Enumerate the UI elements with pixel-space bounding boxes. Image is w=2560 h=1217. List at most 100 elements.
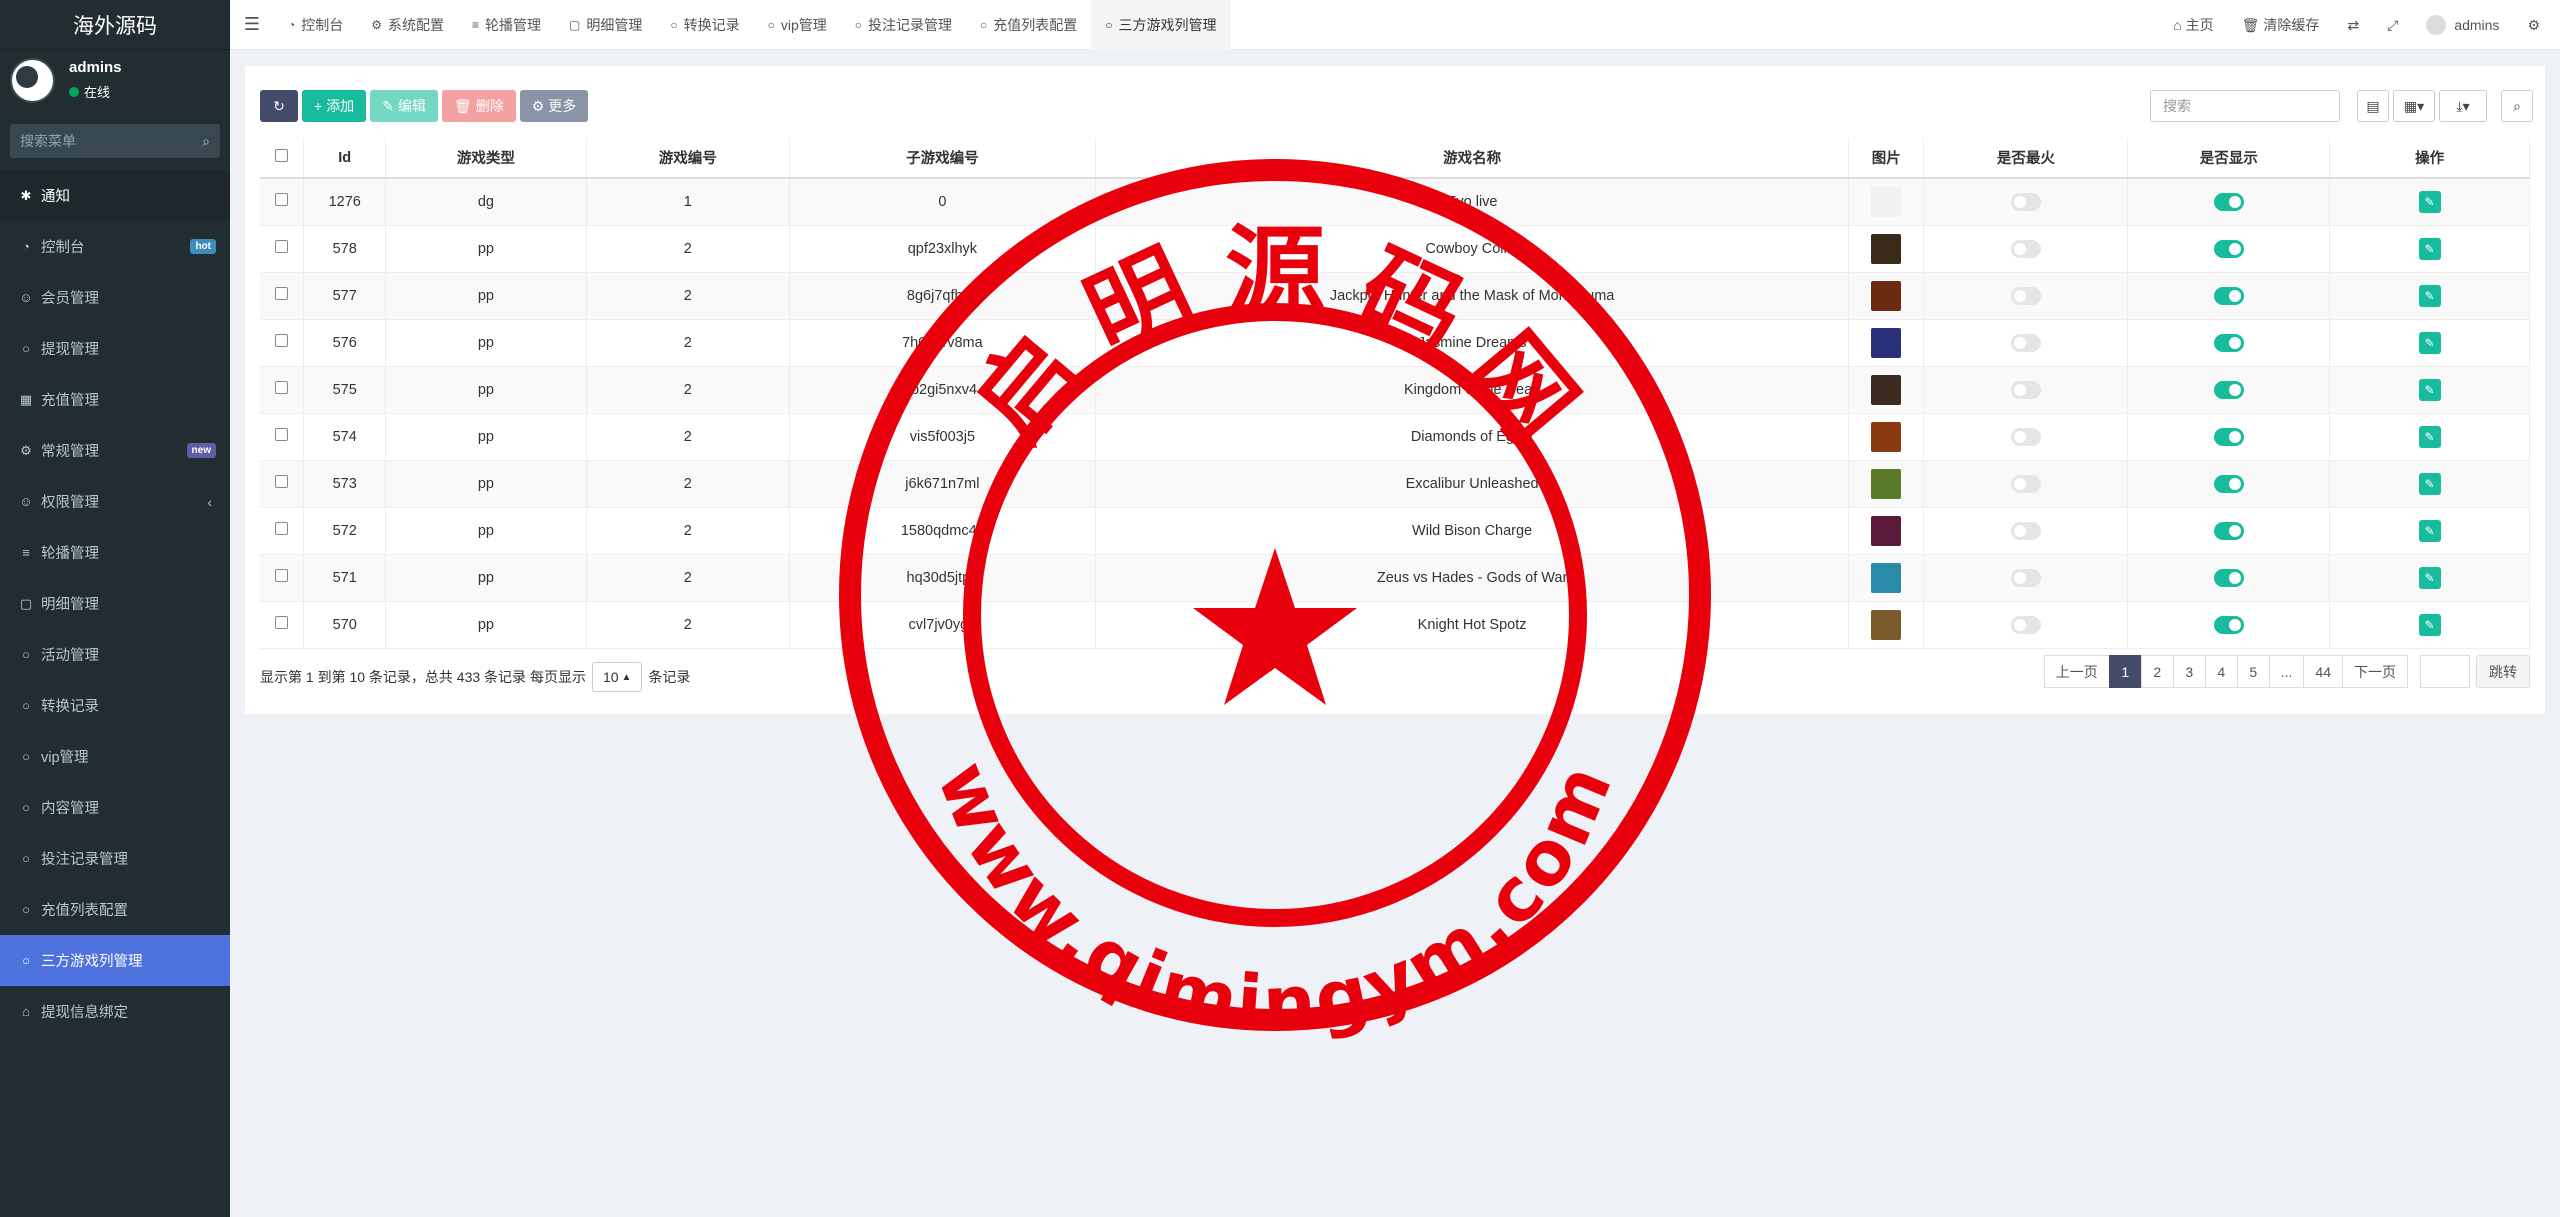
app-logo[interactable]: 海外源码 <box>0 0 230 50</box>
row-checkbox[interactable] <box>275 522 289 535</box>
page-button[interactable]: 44 <box>2303 655 2343 688</box>
column-header[interactable]: 操作 <box>2329 138 2530 179</box>
row-checkbox[interactable] <box>275 475 289 488</box>
column-header[interactable]: 游戏名称 <box>1095 138 1850 179</box>
tab-7[interactable]: ○ 充值列表配置 <box>966 0 1091 50</box>
sidebar-item-11[interactable]: ○ vip管理 <box>0 731 230 782</box>
more-button[interactable]: ⚙ 更多 <box>519 90 589 122</box>
hot-toggle[interactable] <box>2010 568 2041 587</box>
sidebar-item-2[interactable]: ☺ 会员管理 <box>0 272 230 323</box>
sidebar-item-14[interactable]: ○ 充值列表配置 <box>0 884 230 935</box>
game-thumbnail[interactable] <box>1871 468 1902 499</box>
column-header[interactable]: 是否最火 <box>1923 138 2129 179</box>
sidebar-item-5[interactable]: ⚙ 常规管理 new <box>0 425 230 476</box>
game-thumbnail[interactable] <box>1871 280 1902 311</box>
advanced-search-button[interactable]: ⌕ <box>2501 90 2533 122</box>
next-page-button[interactable]: 下一页 <box>2342 655 2408 688</box>
menu-toggle-icon[interactable]: ☰ <box>230 14 274 35</box>
edit-row-button[interactable]: ✎ <box>2418 472 2441 495</box>
edit-row-button[interactable]: ✎ <box>2418 425 2441 448</box>
prev-page-button[interactable]: 上一页 <box>2043 655 2110 688</box>
page-size-select[interactable]: 10 ▲ <box>591 662 643 692</box>
menu-search-input[interactable] <box>20 133 203 149</box>
search-icon[interactable]: ⌕ <box>202 133 210 150</box>
row-checkbox[interactable] <box>275 428 289 441</box>
tab-4[interactable]: ○ 转换记录 <box>656 0 753 50</box>
tab-1[interactable]: ⚙ 系统配置 <box>357 0 458 50</box>
sidebar-item-7[interactable]: ≡ 轮播管理 <box>0 527 230 578</box>
game-thumbnail[interactable] <box>1871 186 1902 217</box>
show-toggle[interactable] <box>2213 380 2244 399</box>
export-button[interactable]: ⤓▾ <box>2439 90 2487 122</box>
column-header[interactable]: Id <box>303 138 386 179</box>
delete-button[interactable]: 🗑 删除 <box>441 90 516 122</box>
edit-row-button[interactable]: ✎ <box>2418 284 2441 307</box>
show-toggle[interactable] <box>2213 427 2244 446</box>
row-checkbox[interactable] <box>275 240 289 253</box>
home-link[interactable]: ⌂ 主页 <box>2173 15 2213 35</box>
sidebar-item-13[interactable]: ○ 投注记录管理 <box>0 833 230 884</box>
column-header[interactable]: 子游戏编号 <box>789 138 1097 179</box>
tab-6[interactable]: ○ 投注记录管理 <box>841 0 966 50</box>
edit-button[interactable]: ✎ 编辑 <box>370 90 438 122</box>
game-thumbnail[interactable] <box>1871 421 1902 452</box>
row-checkbox[interactable] <box>275 193 289 207</box>
tab-0[interactable]: ◔ 控制台 <box>274 0 357 50</box>
show-toggle[interactable] <box>2213 333 2244 352</box>
game-thumbnail[interactable] <box>1871 609 1902 640</box>
tab-5[interactable]: ○ vip管理 <box>754 0 841 50</box>
hot-toggle[interactable] <box>2010 521 2041 540</box>
table-search-input[interactable]: 搜索 <box>2150 90 2340 122</box>
refresh-button[interactable]: ↻ <box>260 90 298 122</box>
show-toggle[interactable] <box>2213 474 2244 493</box>
hot-toggle[interactable] <box>2010 380 2041 399</box>
show-toggle[interactable] <box>2213 286 2244 305</box>
column-header[interactable]: 是否显示 <box>2127 138 2331 179</box>
edit-row-button[interactable]: ✎ <box>2418 613 2441 636</box>
page-button[interactable]: 3 <box>2172 655 2206 688</box>
jump-button[interactable]: 跳转 <box>2476 655 2530 688</box>
hot-toggle[interactable] <box>2010 427 2041 446</box>
translate-icon[interactable]: ⇄ <box>2347 17 2359 34</box>
edit-row-button[interactable]: ✎ <box>2418 378 2441 401</box>
hot-toggle[interactable] <box>2010 286 2041 305</box>
edit-row-button[interactable]: ✎ <box>2418 237 2441 260</box>
column-header[interactable]: 游戏编号 <box>586 138 790 179</box>
row-checkbox[interactable] <box>275 287 289 300</box>
settings-icon[interactable]: ⚙ <box>2527 17 2540 34</box>
jump-page-input[interactable] <box>2420 655 2470 688</box>
hot-toggle[interactable] <box>2010 239 2041 258</box>
sidebar-item-1[interactable]: ◔ 控制台 hot <box>0 221 230 272</box>
sidebar-item-0[interactable]: ✱ 通知 <box>0 170 230 221</box>
sidebar-item-6[interactable]: ☺ 权限管理 ‹ <box>0 476 230 527</box>
game-thumbnail[interactable] <box>1871 374 1902 405</box>
row-checkbox[interactable] <box>275 334 289 347</box>
edit-row-button[interactable]: ✎ <box>2418 519 2441 542</box>
sidebar-item-15[interactable]: ○ 三方游戏列管理 <box>0 935 230 986</box>
show-toggle[interactable] <box>2213 239 2244 258</box>
sidebar-item-4[interactable]: ▦ 充值管理 <box>0 374 230 425</box>
show-toggle[interactable] <box>2213 568 2244 587</box>
game-thumbnail[interactable] <box>1871 233 1902 264</box>
edit-row-button[interactable]: ✎ <box>2418 190 2441 213</box>
tab-2[interactable]: ≡ 轮播管理 <box>458 0 555 50</box>
hot-toggle[interactable] <box>2010 192 2041 211</box>
select-all-checkbox[interactable] <box>275 149 289 162</box>
tab-3[interactable]: ▢ 明细管理 <box>555 0 656 50</box>
game-thumbnail[interactable] <box>1871 327 1902 358</box>
table-view-button[interactable]: ▤ <box>2357 90 2389 122</box>
show-toggle[interactable] <box>2213 521 2244 540</box>
game-thumbnail[interactable] <box>1871 515 1902 546</box>
clear-cache-link[interactable]: 🗑 清除缓存 <box>2242 15 2320 35</box>
sidebar-item-8[interactable]: ▢ 明细管理 <box>0 578 230 629</box>
fullscreen-icon[interactable]: ⤢ <box>2387 17 2398 34</box>
row-checkbox[interactable] <box>275 381 289 394</box>
sidebar-item-9[interactable]: ○ 活动管理 <box>0 629 230 680</box>
sidebar-item-10[interactable]: ○ 转换记录 <box>0 680 230 731</box>
row-checkbox[interactable] <box>275 616 289 629</box>
page-button[interactable]: 4 <box>2204 655 2238 688</box>
hot-toggle[interactable] <box>2010 333 2041 352</box>
page-button[interactable]: 1 <box>2108 655 2142 688</box>
edit-row-button[interactable]: ✎ <box>2418 566 2441 589</box>
user-menu[interactable]: admins <box>2426 15 2499 35</box>
